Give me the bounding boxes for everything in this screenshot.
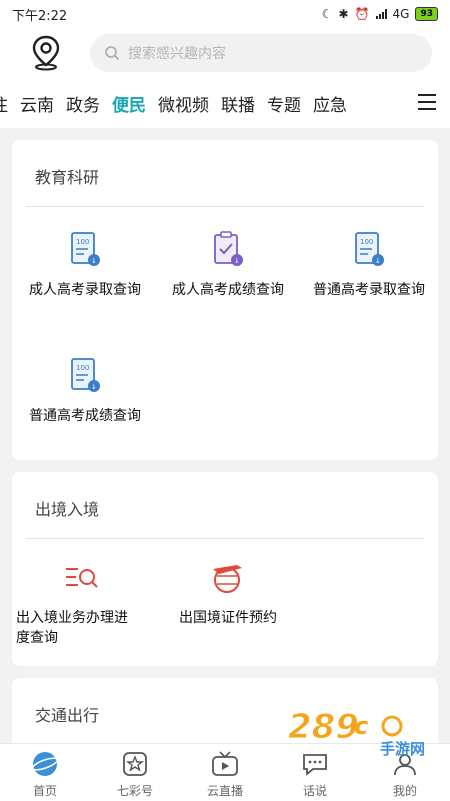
- section-education: 教育科研 100 ↓ 成人高考录取查询 ↓ 成人高考成绩查询 100 ↓ 普通高考录…: [12, 140, 438, 460]
- adult-exam-score-item[interactable]: ↓ 成人高考成绩查询: [158, 230, 298, 300]
- item-label: 出入境业务办理进 度查询: [12, 608, 152, 648]
- nav-label: 云直播: [206, 784, 243, 798]
- score-sheet-icon: 100 ↓: [65, 230, 105, 270]
- nav-label: 我的: [392, 784, 417, 798]
- exit-entry-progress-item[interactable]: 出入境业务办理进 度查询: [12, 558, 152, 648]
- network-type: 4G: [392, 7, 410, 21]
- header: 搜索感兴趣内容: [0, 28, 450, 78]
- battery-level: 93: [415, 7, 438, 21]
- tab-video[interactable]: 微视频: [158, 91, 209, 116]
- status-time: 下午2:22: [12, 8, 68, 24]
- nav-label: 话说: [302, 784, 327, 798]
- category-tabs: 注 云南 政务 便民 微视频 联播 专题 应急: [0, 78, 450, 128]
- nav-label: 首页: [32, 784, 57, 798]
- location-icon[interactable]: [26, 33, 66, 73]
- tab-partial[interactable]: 注: [0, 91, 8, 116]
- list-search-icon: [62, 558, 102, 598]
- tab-bianmin[interactable]: 便民: [112, 91, 146, 116]
- section-entry-exit: 出境入境 出入境业务办理进 度查询 出国境证件预约: [12, 472, 438, 666]
- score-sheet-icon: 100 ↓: [349, 230, 389, 270]
- site-watermark: 289 c 手游网: [288, 700, 438, 760]
- nav-qicaihao[interactable]: 七彩号: [90, 744, 180, 801]
- watermark-suffix: c: [354, 712, 368, 740]
- svg-text:↓: ↓: [91, 257, 97, 265]
- svg-text:↓: ↓: [91, 383, 97, 391]
- nav-label: 七彩号: [116, 784, 153, 798]
- nav-live[interactable]: 云直播: [180, 744, 270, 801]
- general-exam-score-item[interactable]: 100 ↓ 普通高考成绩查询: [15, 356, 155, 426]
- tab-zhuanti[interactable]: 专题: [267, 91, 301, 116]
- star-square-icon: [121, 750, 149, 778]
- item-label: 普通高考录取查询: [313, 282, 425, 298]
- divider: [26, 206, 424, 207]
- item-label: 普通高考成绩查询: [29, 408, 141, 424]
- tab-yunnan[interactable]: 云南: [20, 91, 54, 116]
- tab-zhengwu[interactable]: 政务: [66, 91, 100, 116]
- divider: [26, 538, 424, 539]
- item-label-line1: 出入境业务办理进: [16, 610, 128, 626]
- section-title: 出境入境: [35, 500, 100, 519]
- tv-icon: [211, 750, 239, 778]
- general-exam-admission-item[interactable]: 100 ↓ 普通高考录取查询: [299, 230, 439, 300]
- alarm-icon: ⏰: [354, 7, 370, 21]
- tab-lianbo[interactable]: 联播: [221, 91, 255, 116]
- search-input[interactable]: 搜索感兴趣内容: [90, 34, 432, 72]
- item-label-line2: 度查询: [16, 630, 58, 646]
- status-icons: ☾ ✱ ⏰ 4G 93: [322, 7, 438, 21]
- svg-text:100: 100: [76, 364, 89, 372]
- score-sheet-icon: 100 ↓: [65, 356, 105, 396]
- globe-plane-icon: [208, 558, 248, 598]
- bluetooth-icon: ✱: [338, 7, 349, 21]
- watermark-text: 手游网: [380, 740, 425, 758]
- moon-icon: ☾: [321, 7, 333, 21]
- nav-home[interactable]: 首页: [0, 744, 90, 801]
- svg-text:↓: ↓: [234, 257, 240, 265]
- adult-exam-admission-item[interactable]: 100 ↓ 成人高考录取查询: [15, 230, 155, 300]
- item-label: 成人高考录取查询: [29, 282, 141, 298]
- signal-icon: [375, 9, 387, 19]
- home-planet-icon: [31, 750, 59, 778]
- watermark-number: 289: [288, 707, 359, 747]
- item-label: 成人高考成绩查询: [172, 282, 284, 298]
- status-bar: 下午2:22 ☾ ✱ ⏰ 4G 93: [0, 0, 450, 28]
- tab-yingji[interactable]: 应急: [313, 91, 347, 116]
- section-title: 教育科研: [35, 168, 100, 187]
- search-placeholder: 搜索感兴趣内容: [128, 46, 226, 62]
- svg-text:↓: ↓: [375, 257, 381, 265]
- passport-appointment-item[interactable]: 出国境证件预约: [158, 558, 298, 628]
- svg-text:100: 100: [360, 238, 373, 246]
- search-icon: [105, 46, 120, 61]
- menu-icon[interactable]: [418, 94, 436, 110]
- section-title: 交通出行: [35, 706, 100, 725]
- item-label: 出国境证件预约: [179, 610, 277, 626]
- svg-text:100: 100: [76, 238, 89, 246]
- clipboard-check-icon: ↓: [208, 230, 248, 270]
